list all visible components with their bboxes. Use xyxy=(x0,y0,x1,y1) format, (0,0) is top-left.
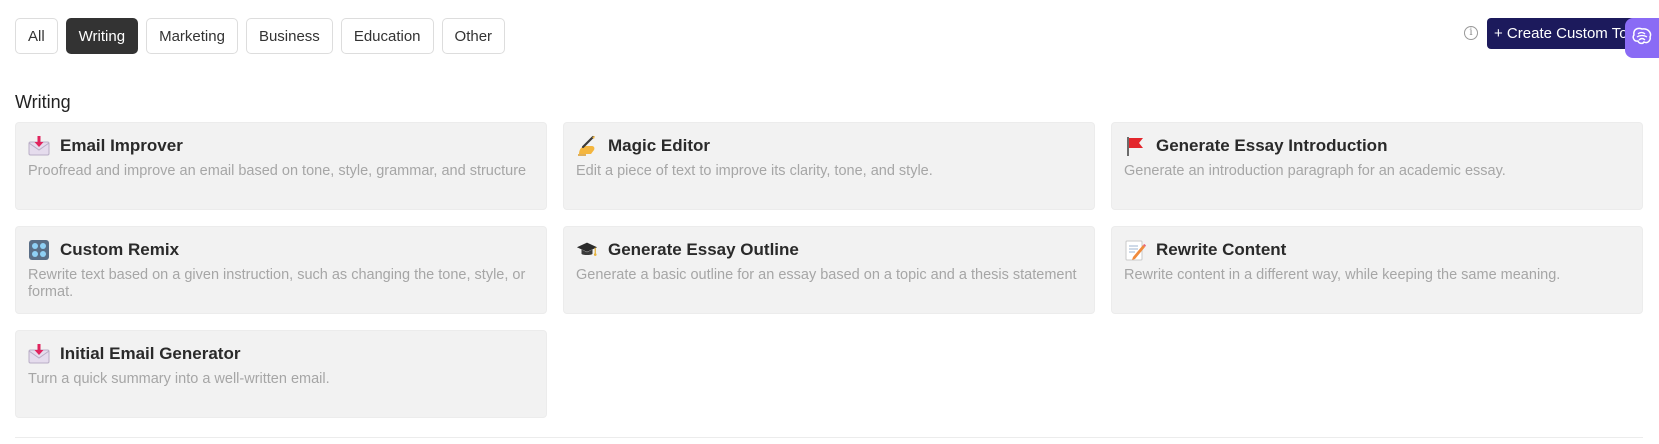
filter-business-button[interactable]: Business xyxy=(245,18,333,54)
filter-marketing-button[interactable]: Marketing xyxy=(146,18,238,54)
control-knobs-icon xyxy=(28,239,50,261)
category-filter-bar: All Writing Marketing Business Education… xyxy=(15,18,506,54)
card-description: Proofread and improve an email based on … xyxy=(28,163,527,179)
graduation-cap-icon xyxy=(576,239,598,261)
card-description: Generate a basic outline for an essay ba… xyxy=(576,267,1077,283)
tool-card-generate-essay-introduction[interactable]: Generate Essay Introduction Generate an … xyxy=(1111,122,1643,210)
tool-card-custom-remix[interactable]: Custom Remix Rewrite text based on a giv… xyxy=(15,226,547,314)
filter-education-button[interactable]: Education xyxy=(340,18,434,54)
filter-other-button[interactable]: Other xyxy=(441,18,506,54)
assistant-button[interactable] xyxy=(1625,18,1659,58)
tools-page: All Writing Marketing Business Education… xyxy=(0,0,1659,444)
tool-card-rewrite-content[interactable]: Rewrite Content Rewrite content in a dif… xyxy=(1111,226,1643,314)
info-icon[interactable]: i xyxy=(1464,26,1478,40)
tool-card-email-improver[interactable]: Email Improver Proofread and improve an … xyxy=(15,122,547,210)
card-description: Turn a quick summary into a well-written… xyxy=(28,371,330,387)
filter-writing-button[interactable]: Writing xyxy=(65,18,139,54)
card-title: Generate Essay Introduction xyxy=(1156,136,1388,155)
section-title: Writing xyxy=(15,92,71,112)
card-title: Rewrite Content xyxy=(1156,240,1287,259)
card-title: Generate Essay Outline xyxy=(608,240,799,259)
incoming-envelope-icon xyxy=(28,343,50,365)
card-title: Email Improver xyxy=(60,136,183,155)
card-title: Magic Editor xyxy=(608,136,711,155)
card-title: Custom Remix xyxy=(60,240,180,259)
card-description: Rewrite content in a different way, whil… xyxy=(1124,267,1561,283)
tool-card-magic-editor[interactable]: Magic Editor Edit a piece of text to imp… xyxy=(563,122,1095,210)
tool-card-grid: Email Improver Proofread and improve an … xyxy=(15,122,1643,418)
incoming-envelope-icon xyxy=(28,135,50,157)
card-description: Generate an introduction paragraph for a… xyxy=(1124,163,1506,179)
memo-icon xyxy=(1124,239,1146,261)
card-description: Edit a piece of text to improve its clar… xyxy=(576,163,933,179)
section-divider xyxy=(15,437,1643,438)
tool-card-initial-email-generator[interactable]: Initial Email Generator Turn a quick sum… xyxy=(15,330,547,418)
filter-all-button[interactable]: All xyxy=(15,18,58,54)
create-custom-tool-button[interactable]: + Create Custom To xyxy=(1487,18,1639,49)
brain-icon xyxy=(1631,26,1653,51)
card-description: Rewrite text based on a given instructio… xyxy=(28,267,526,300)
red-flag-icon xyxy=(1124,135,1146,157)
writing-hand-icon xyxy=(576,135,598,157)
tool-card-generate-essay-outline[interactable]: Generate Essay Outline Generate a basic … xyxy=(563,226,1095,314)
card-title: Initial Email Generator xyxy=(60,344,241,363)
